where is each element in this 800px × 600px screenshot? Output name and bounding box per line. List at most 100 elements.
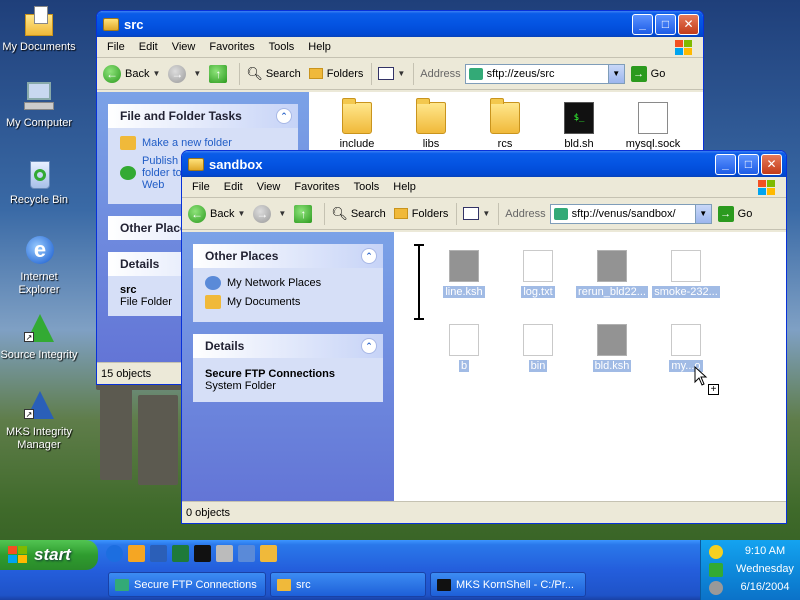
app-icon[interactable]	[238, 545, 255, 562]
desktop-icon-recycle-bin[interactable]: Recycle Bin	[0, 157, 78, 207]
panel-header[interactable]: File and Folder Tasks ⌃	[108, 104, 298, 128]
forward-button[interactable]: → ▼	[168, 64, 201, 83]
internet-explorer-icon[interactable]	[106, 545, 123, 562]
network-places-icon	[205, 276, 221, 290]
details-name: src	[120, 284, 137, 296]
go-arrow-icon: →	[717, 205, 734, 222]
search-button[interactable]: 🔍︎ Search	[331, 206, 385, 222]
place-my-network-places[interactable]: My Network Places	[205, 276, 371, 290]
quick-launch	[106, 545, 282, 562]
my-documents-icon	[205, 295, 221, 309]
file-item[interactable]: mysql.sock	[611, 102, 695, 150]
menu-edit[interactable]: Edit	[224, 181, 243, 193]
taskbar-button-kornshell[interactable]: MKS KornShell - C:/Pr...	[430, 572, 586, 597]
menu-edit[interactable]: Edit	[139, 41, 158, 53]
close-button[interactable]: ✕	[678, 13, 699, 35]
address-bar[interactable]: sftp://venus/sandbox/ ▼	[549, 203, 712, 224]
file-item[interactable]: rcs	[463, 98, 547, 150]
start-button[interactable]: start	[0, 540, 98, 570]
window-title: sandbox	[209, 156, 263, 172]
menu-help[interactable]: Help	[308, 41, 331, 53]
go-button[interactable]: → Go	[630, 65, 665, 82]
file-view[interactable]: line.ksh log.txt rerun_bld22... smoke-23…	[394, 232, 786, 501]
desktop-icon-my-computer[interactable]: My Computer	[0, 80, 78, 130]
dragged-file: line.ksh	[422, 250, 506, 298]
go-button[interactable]: → Go	[717, 205, 752, 222]
address-bar[interactable]: sftp://zeus/src ▼	[464, 63, 625, 84]
desktop-icon-label: MKS Integrity Manager	[5, 426, 73, 451]
folder-icon	[342, 98, 372, 134]
stone	[100, 385, 132, 480]
sftp-icon	[553, 207, 568, 220]
place-my-documents[interactable]: My Documents	[205, 295, 371, 309]
maximize-button[interactable]: □	[738, 153, 759, 175]
folder-icon	[393, 208, 408, 219]
address-dropdown-icon[interactable]: ▼	[694, 204, 711, 223]
chevron-up-icon[interactable]: ⌃	[361, 338, 377, 354]
search-icon: 🔍︎	[246, 65, 263, 81]
tool-icon[interactable]	[216, 545, 233, 562]
task-new-folder[interactable]: Make a new folder	[120, 136, 286, 150]
menu-file[interactable]: File	[192, 181, 210, 193]
menu-file[interactable]: File	[107, 41, 125, 53]
desktop-icon-internet-explorer[interactable]: e Internet Explorer	[0, 234, 78, 297]
menu-view[interactable]: View	[257, 181, 281, 193]
windows-flag-icon	[8, 546, 28, 564]
search-button[interactable]: 🔍︎ Search	[246, 66, 300, 82]
shell-script-icon	[597, 250, 627, 282]
settings-icon[interactable]	[709, 581, 723, 595]
menu-help[interactable]: Help	[393, 181, 416, 193]
forward-button[interactable]: → ▼	[253, 204, 286, 223]
menu-favorites[interactable]: Favorites	[294, 181, 339, 193]
menu-tools[interactable]: Tools	[354, 181, 380, 193]
other-places-panel: Other Places ⌃ My Network Places My Docum…	[193, 244, 383, 322]
file-item[interactable]: include	[315, 98, 399, 150]
up-folder-button[interactable]: ↑	[209, 64, 231, 83]
back-button[interactable]: ← Back ▼	[103, 64, 160, 83]
sandbox-titlebar[interactable]: sandbox _ □ ✕	[182, 151, 786, 177]
user-icon[interactable]	[709, 563, 723, 577]
word-icon[interactable]	[150, 545, 167, 562]
desktop-icon-mks-integrity-manager[interactable]: ↗ MKS Integrity Manager	[0, 389, 78, 452]
excel-icon[interactable]	[172, 545, 189, 562]
address-dropdown-icon[interactable]: ▼	[607, 64, 624, 83]
taskbar-button-secure-ftp[interactable]: Secure FTP Connections	[108, 572, 266, 597]
panel-header[interactable]: Other Places ⌃	[193, 244, 383, 268]
taskbar-button-src[interactable]: src	[270, 572, 426, 597]
sftp-icon	[115, 578, 129, 591]
desktop-icon-my-documents[interactable]: My Documents	[0, 4, 78, 54]
panel-header[interactable]: Details ⌃	[193, 334, 383, 358]
up-folder-button[interactable]: ↑	[294, 204, 316, 223]
minimize-button[interactable]: _	[632, 13, 653, 35]
shell-icon[interactable]	[194, 545, 211, 562]
file-item[interactable]: libs	[389, 98, 473, 150]
stone	[138, 395, 178, 485]
views-button[interactable]: ▼	[378, 67, 405, 80]
folders-button[interactable]: Folders	[308, 68, 363, 80]
menu-view[interactable]: View	[172, 41, 196, 53]
folders-button[interactable]: Folders	[393, 208, 448, 220]
back-button[interactable]: ← Back ▼	[188, 204, 245, 223]
clock-date: 6/16/2004	[740, 581, 790, 593]
desktop-icon-label: Source Integrity	[0, 349, 78, 361]
views-icon	[378, 67, 395, 80]
dragged-file: rerun_bld22...	[570, 250, 654, 298]
src-titlebar[interactable]: src _ □ ✕	[97, 11, 703, 37]
my-computer-icon	[22, 80, 56, 114]
folder-icon[interactable]	[260, 545, 277, 562]
chevron-up-icon[interactable]: ⌃	[361, 248, 377, 264]
menu-favorites[interactable]: Favorites	[209, 41, 254, 53]
chevron-up-icon[interactable]: ⌃	[276, 108, 292, 124]
back-arrow-icon: ←	[103, 64, 121, 83]
maximize-button[interactable]: □	[655, 13, 676, 35]
file-item[interactable]: $_ bld.sh	[537, 102, 621, 150]
minimize-button[interactable]: _	[715, 153, 736, 175]
clock-time[interactable]: 9:10 AM	[733, 545, 797, 557]
close-button[interactable]: ✕	[761, 153, 782, 175]
media-player-icon[interactable]	[128, 545, 145, 562]
clock-icon[interactable]	[709, 545, 723, 559]
sandbox-window[interactable]: sandbox _ □ ✕ File Edit View Favorites T…	[181, 150, 787, 524]
menu-tools[interactable]: Tools	[269, 41, 295, 53]
views-button[interactable]: ▼	[463, 207, 490, 220]
desktop-icon-source-integrity[interactable]: ↗ Source Integrity	[0, 312, 78, 362]
